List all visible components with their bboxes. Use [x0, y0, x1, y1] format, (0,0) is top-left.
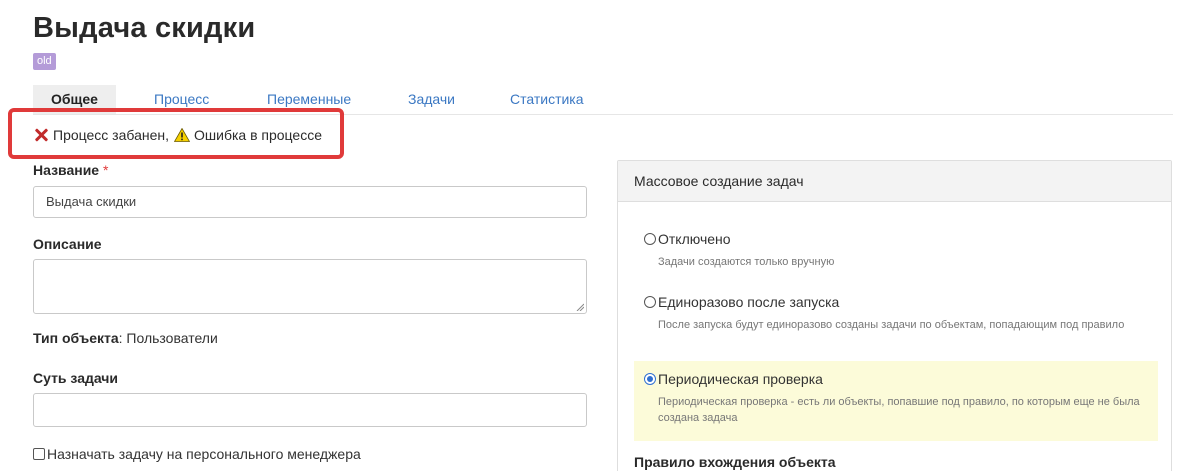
assign-manager-label: Назначать задачу на персонального менедж…	[47, 446, 361, 462]
assign-manager-checkbox[interactable]	[33, 448, 45, 460]
mass-creation-panel: Массовое создание задач Отключено Задачи…	[617, 160, 1172, 471]
process-error-text: Ошибка в процессе	[194, 127, 322, 143]
tab-statistics[interactable]: Статистика	[510, 85, 584, 114]
radio-once-after-start[interactable]	[644, 296, 656, 308]
process-status: Процесс забанен, Ошибка в процессе	[34, 127, 322, 143]
option-disabled[interactable]: Отключено Задачи создаются только вручну…	[634, 221, 1158, 270]
option-disabled-label: Отключено	[658, 231, 731, 247]
required-mark: *	[102, 162, 109, 178]
old-badge: old	[33, 53, 56, 70]
radio-disabled[interactable]	[644, 233, 656, 245]
option-periodic-label: Периодическая проверка	[658, 371, 823, 387]
resize-grip-icon[interactable]	[576, 303, 584, 311]
task-essence-label: Суть задачи	[33, 370, 119, 386]
option-once-after-start[interactable]: Единоразово после запуска После запуска …	[634, 284, 1158, 333]
option-once-description: После запуска будут единоразово созданы …	[658, 319, 1125, 331]
page-title: Выдача скидки	[33, 12, 256, 44]
rule-title: Правило вхождения объекта	[634, 454, 836, 470]
radio-periodic-check[interactable]	[644, 373, 656, 385]
option-periodic-description: Периодическая проверка - есть ли объекты…	[658, 396, 1140, 424]
option-disabled-description: Задачи создаются только вручную	[658, 256, 835, 268]
x-icon	[34, 128, 48, 142]
option-periodic-check[interactable]: Периодическая проверка Периодическая про…	[634, 361, 1158, 441]
object-type: Тип объекта: Пользователи	[33, 330, 218, 346]
mass-creation-title: Массовое создание задач	[618, 161, 1171, 202]
assign-manager-row[interactable]: Назначать задачу на персонального менедж…	[33, 446, 361, 462]
task-essence-input[interactable]	[33, 393, 587, 427]
name-input[interactable]: Выдача скидки	[33, 186, 587, 218]
object-type-label: Тип объекта	[33, 330, 119, 346]
option-once-label: Единоразово после запуска	[658, 294, 840, 310]
name-label: Название *	[33, 162, 109, 178]
process-banned-text: Процесс забанен,	[53, 127, 169, 143]
description-textarea[interactable]	[33, 259, 587, 314]
tab-tasks[interactable]: Задачи	[408, 85, 455, 114]
warning-icon	[174, 128, 190, 142]
object-type-value: : Пользователи	[118, 330, 218, 346]
description-label: Описание	[33, 236, 102, 252]
